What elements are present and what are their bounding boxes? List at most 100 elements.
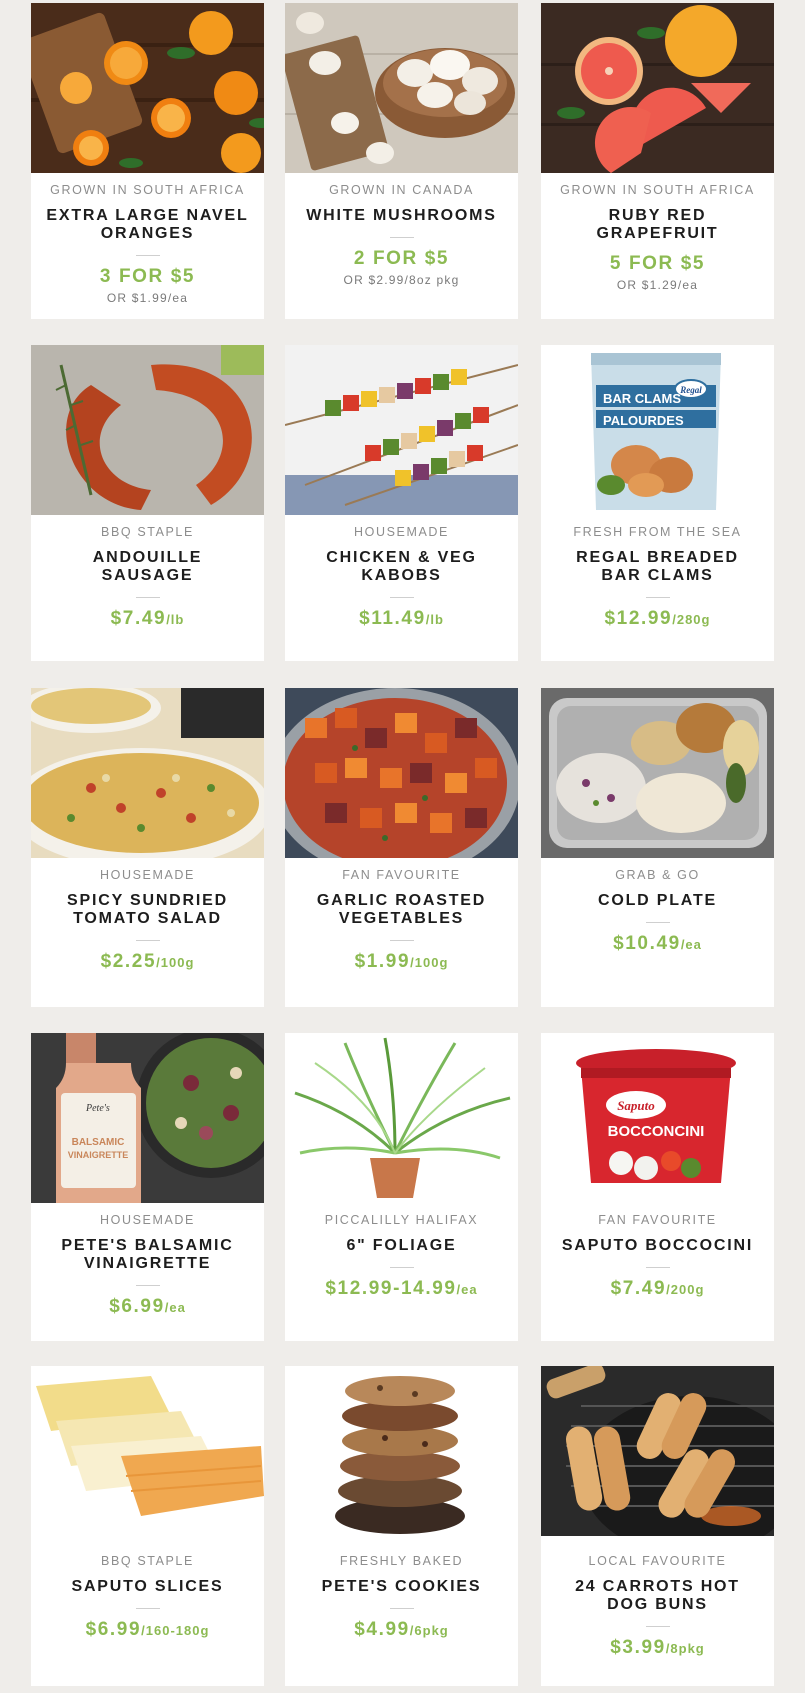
vinaigrette-photo: Pete's BALSAMIC VINAIGRETTE — [31, 1033, 264, 1203]
divider — [645, 1267, 670, 1268]
product-origin: FRESH FROM THE SEA — [573, 525, 742, 539]
product-card[interactable]: Saputo BOCCONCINI FAN FAVOURITE SAPUTO B… — [541, 1033, 774, 1341]
product-origin: LOCAL FAVOURITE — [588, 1554, 727, 1568]
product-price: $4.99/6pkg — [285, 1619, 518, 1641]
product-price: $12.99-14.99/ea — [285, 1278, 518, 1300]
product-title[interactable]: CHICKEN & VEG KABOBS — [299, 549, 504, 585]
price-value: $4.99 — [354, 1619, 410, 1640]
product-card[interactable]: LOCAL FAVOURITE 24 CARROTS HOT DOG BUNS … — [541, 1366, 774, 1686]
product-title[interactable]: RUBY RED GRAPEFRUIT — [555, 207, 760, 243]
price-unit: /200g — [666, 1282, 705, 1297]
divider — [389, 940, 414, 941]
mushrooms-photo — [285, 3, 518, 173]
product-price: $2.25/100g — [31, 951, 264, 973]
product-card[interactable]: PICCALILLY HALIFAX 6" FOLIAGE $12.99-14.… — [285, 1033, 518, 1341]
cheese-slices-photo — [31, 1366, 264, 1536]
price-value: $7.49 — [110, 608, 167, 629]
product-origin: HOUSEMADE — [100, 868, 195, 882]
product-title[interactable]: WHITE MUSHROOMS — [299, 207, 504, 225]
product-title[interactable]: EXTRA LARGE NAVEL ORANGES — [45, 207, 250, 243]
product-card[interactable]: BBQ STAPLE ANDOUILLE SAUSAGE $7.49/lb — [31, 345, 264, 661]
product-title[interactable]: 6" FOLIAGE — [299, 1237, 504, 1255]
product-title[interactable]: ANDOUILLE SAUSAGE — [45, 549, 250, 585]
product-origin: PICCALILLY HALIFAX — [324, 1213, 479, 1227]
product-origin: FRESHLY BAKED — [339, 1554, 464, 1568]
price-unit: /ea — [456, 1282, 478, 1297]
product-title[interactable]: SPICY SUNDRIED TOMATO SALAD — [45, 892, 250, 928]
divider — [135, 597, 160, 598]
hot-dog-buns-photo — [541, 1366, 774, 1536]
product-card[interactable]: BBQ STAPLE SAPUTO SLICES $6.99/160-180g — [31, 1366, 264, 1686]
price-value: 3 FOR $5 — [99, 266, 196, 287]
divider — [389, 597, 414, 598]
price-value: $3.99 — [610, 1637, 666, 1658]
divider — [389, 1608, 414, 1609]
product-origin: BBQ STAPLE — [101, 1554, 194, 1568]
vinaigrette-name-text-2: VINAIGRETTE — [68, 1150, 129, 1160]
product-card[interactable]: FRESHLY BAKED PETE'S COOKIES $4.99/6pkg — [285, 1366, 518, 1686]
product-card[interactable]: Regal BAR CLAMS PALOURDES FRESH FROM THE… — [541, 345, 774, 661]
vinaigrette-name-text-1: BALSAMIC — [72, 1137, 125, 1148]
divider — [135, 1285, 160, 1286]
price-alternative: OR $1.99/ea — [106, 291, 189, 305]
product-card[interactable]: GRAB & GO COLD PLATE $10.49/ea — [541, 688, 774, 1007]
product-price: 3 FOR $5 — [31, 266, 264, 288]
product-price: $1.99/100g — [285, 951, 518, 973]
price-unit: /8pkg — [665, 1641, 705, 1656]
product-title[interactable]: COLD PLATE — [555, 892, 760, 910]
price-value: $1.99 — [354, 951, 411, 972]
price-value: 5 FOR $5 — [609, 253, 706, 274]
price-value: $2.25 — [100, 951, 157, 972]
product-title[interactable]: PETE'S COOKIES — [299, 1578, 504, 1596]
price-unit: /160-180g — [141, 1623, 210, 1638]
product-title[interactable]: 24 CARROTS HOT DOG BUNS — [555, 1578, 760, 1614]
product-price: $6.99/ea — [31, 1296, 264, 1318]
product-title[interactable]: SAPUTO BOCCOCINI — [555, 1237, 760, 1255]
price-unit: /100g — [410, 955, 449, 970]
divider — [645, 1626, 670, 1627]
product-title[interactable]: SAPUTO SLICES — [45, 1578, 250, 1596]
cookies-photo — [285, 1366, 518, 1536]
product-card[interactable]: GROWN IN SOUTH AFRICA EXTRA LARGE NAVEL … — [31, 3, 264, 319]
price-value: $6.99 — [85, 1619, 142, 1640]
product-origin: HOUSEMADE — [354, 525, 449, 539]
product-origin: FAN FAVOURITE — [342, 868, 461, 882]
oranges-photo — [31, 3, 264, 173]
product-grid: GROWN IN SOUTH AFRICA EXTRA LARGE NAVEL … — [0, 0, 805, 1693]
product-origin: HOUSEMADE — [100, 1213, 195, 1227]
bocconcini-photo: Saputo BOCCONCINI — [541, 1033, 774, 1203]
price-value: 2 FOR $5 — [353, 248, 450, 269]
price-unit: /280g — [672, 612, 711, 627]
bocconcini-brand-text: Saputo — [617, 1098, 655, 1113]
product-title[interactable]: REGAL BREADED BAR CLAMS — [555, 549, 760, 585]
price-value: $12.99-14.99 — [325, 1278, 457, 1299]
product-card[interactable]: Pete's BALSAMIC VINAIGRETTE HOUSEMADE PE… — [31, 1033, 264, 1341]
product-title[interactable]: PETE'S BALSAMIC VINAIGRETTE — [45, 1237, 250, 1273]
product-price: $12.99/280g — [541, 608, 774, 630]
price-value: $7.49 — [610, 1278, 667, 1299]
product-card[interactable]: HOUSEMADE SPICY SUNDRIED TOMATO SALAD $2… — [31, 688, 264, 1007]
roasted-vegetables-photo — [285, 688, 518, 858]
product-card[interactable]: FAN FAVOURITE GARLIC ROASTED VEGETABLES … — [285, 688, 518, 1007]
price-unit: /lb — [166, 612, 185, 627]
product-origin: BBQ STAPLE — [101, 525, 194, 539]
product-card[interactable]: HOUSEMADE CHICKEN & VEG KABOBS $11.49/lb — [285, 345, 518, 661]
product-card[interactable]: GROWN IN CANADA WHITE MUSHROOMS 2 FOR $5… — [285, 3, 518, 319]
price-alternative: OR $2.99/8oz pkg — [343, 273, 460, 287]
product-price: 2 FOR $5 — [285, 248, 518, 270]
bocconcini-name-text: BOCCONCINI — [608, 1123, 705, 1140]
price-unit: /ea — [164, 1300, 186, 1315]
divider — [389, 1267, 414, 1268]
product-title[interactable]: GARLIC ROASTED VEGETABLES — [299, 892, 504, 928]
divider — [135, 1608, 160, 1609]
divider — [135, 940, 160, 941]
divider — [389, 237, 414, 238]
product-origin: GROWN IN CANADA — [329, 183, 474, 197]
vinaigrette-brand-text: Pete's — [85, 1103, 110, 1114]
cold-plate-photo — [541, 688, 774, 858]
sausage-photo — [31, 345, 264, 515]
product-price: $7.49/200g — [541, 1278, 774, 1300]
product-card[interactable]: GROWN IN SOUTH AFRICA RUBY RED GRAPEFRUI… — [541, 3, 774, 319]
clams-photo: Regal BAR CLAMS PALOURDES — [541, 345, 774, 515]
clams-name-french-text: PALOURDES — [603, 413, 684, 428]
